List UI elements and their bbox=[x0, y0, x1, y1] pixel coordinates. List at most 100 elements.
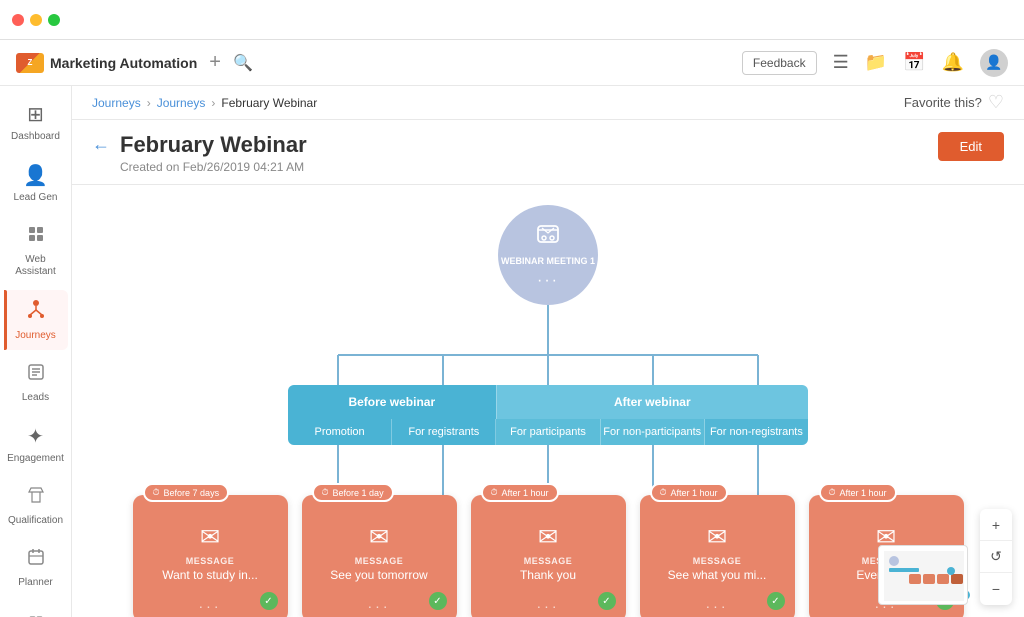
app-bar-icons: Feedback ☰ 📁 📅 🔔 👤 bbox=[742, 49, 1008, 77]
card-body-1: ✉ MESSAGE See you tomorrow bbox=[302, 495, 457, 592]
calendar-icon[interactable]: 📅 bbox=[903, 52, 925, 73]
avatar[interactable]: 👤 bbox=[980, 49, 1008, 77]
cards-row: ⏱ Before 7 days ✉ MESSAGE Want to study … bbox=[123, 495, 974, 617]
sidebar-item-dashboard[interactable]: ⊞ Dashboard bbox=[4, 94, 68, 151]
back-button[interactable]: ← bbox=[92, 134, 110, 155]
page-header-left: ← February Webinar Created on Feb/26/201… bbox=[92, 132, 307, 174]
app-logo: Z Marketing Automation bbox=[16, 53, 197, 73]
card-time-badge-4: ⏱ After 1 hour bbox=[819, 483, 897, 502]
sidebar-label-journeys: Journeys bbox=[15, 330, 56, 342]
zoom-out-button[interactable]: − bbox=[980, 573, 1012, 605]
sidebar-label-dashboard: Dashboard bbox=[11, 131, 60, 143]
card-time-label-3: After 1 hour bbox=[671, 488, 718, 498]
card-check-1: ✓ bbox=[429, 592, 447, 610]
sidebar-item-planner[interactable]: Planner bbox=[4, 539, 68, 597]
segment-sub-2[interactable]: For participants bbox=[496, 419, 600, 445]
favorite-label: Favorite this? bbox=[904, 95, 982, 110]
card-type-3: MESSAGE bbox=[693, 556, 742, 566]
card-time-badge-0: ⏱ Before 7 days bbox=[143, 483, 230, 502]
mini-map[interactable] bbox=[878, 545, 968, 605]
add-button[interactable]: + bbox=[209, 51, 221, 74]
card-message-icon-1: ✉ bbox=[369, 523, 389, 552]
folder-icon[interactable]: 📁 bbox=[865, 52, 887, 73]
card-time-badge-3: ⏱ After 1 hour bbox=[650, 483, 728, 502]
journey-card-1[interactable]: ⏱ Before 1 day ✉ MESSAGE See you tomorro… bbox=[302, 495, 457, 617]
segment-header: Before webinar After webinar bbox=[288, 385, 808, 419]
sidebar-label-leads: Leads bbox=[22, 392, 49, 404]
start-node-label: WEBINAR meeting 1 bbox=[501, 256, 595, 268]
edit-button[interactable]: Edit bbox=[938, 132, 1004, 161]
webassistant-icon bbox=[26, 224, 46, 250]
sidebar-item-engagement[interactable]: ✦ Engagement bbox=[4, 416, 68, 473]
bell-icon[interactable]: 🔔 bbox=[942, 52, 964, 73]
close-button[interactable] bbox=[12, 14, 24, 26]
card-time-icon-0: ⏱ bbox=[153, 487, 160, 498]
planner-icon bbox=[26, 547, 46, 573]
sidebar-item-qualification[interactable]: Qualification bbox=[4, 477, 68, 535]
card-time-icon-4: ⏱ bbox=[829, 487, 836, 498]
page-subtitle: Created on Feb/26/2019 04:21 AM bbox=[120, 160, 307, 174]
card-message-icon-3: ✉ bbox=[707, 523, 727, 552]
page-title-block: February Webinar Created on Feb/26/2019 … bbox=[120, 132, 307, 174]
journey-card-3[interactable]: ⏱ After 1 hour ✉ MESSAGE See what you mi… bbox=[640, 495, 795, 617]
sidebar-label-engagement: Engagement bbox=[7, 453, 64, 465]
qualification-icon bbox=[26, 485, 46, 511]
breadcrumb-journeys-1[interactable]: Journeys bbox=[92, 96, 141, 110]
card-time-icon-3: ⏱ bbox=[660, 487, 667, 498]
zoom-in-button[interactable]: + bbox=[980, 509, 1012, 541]
breadcrumb-sep-1: › bbox=[147, 96, 151, 110]
card-check-2: ✓ bbox=[598, 592, 616, 610]
segment-sub-3[interactable]: For non-participants bbox=[601, 419, 705, 445]
card-time-icon-2: ⏱ bbox=[491, 487, 498, 498]
card-time-label-2: After 1 hour bbox=[502, 488, 549, 498]
library-icon bbox=[26, 613, 46, 617]
app-name: Marketing Automation bbox=[50, 55, 197, 71]
search-button[interactable]: 🔍 bbox=[233, 53, 253, 73]
list-icon[interactable]: ☰ bbox=[833, 52, 849, 73]
start-node-dots: ··· bbox=[537, 272, 559, 290]
zoom-reset-button[interactable]: ↺ bbox=[980, 541, 1012, 573]
feedback-button[interactable]: Feedback bbox=[742, 51, 817, 75]
sidebar-item-journeys[interactable]: Journeys bbox=[4, 290, 68, 350]
card-time-label-0: Before 7 days bbox=[164, 488, 220, 498]
breadcrumb-current: February Webinar bbox=[221, 96, 317, 110]
card-msg-2: Thank you bbox=[520, 568, 576, 582]
segment-bar: Before webinar After webinar Promotion F… bbox=[288, 385, 808, 445]
segment-sub-1[interactable]: For registrants bbox=[392, 419, 496, 445]
sidebar-label-leadgen: Lead Gen bbox=[14, 192, 58, 204]
breadcrumb: Journeys › Journeys › February Webinar bbox=[92, 96, 317, 110]
sidebar-item-leadgen[interactable]: 👤 Lead Gen bbox=[4, 155, 68, 212]
segment-before-header[interactable]: Before webinar bbox=[288, 385, 496, 419]
breadcrumb-journeys-2[interactable]: Journeys bbox=[157, 96, 206, 110]
tree-lines-svg bbox=[288, 335, 808, 385]
app-bar: Z Marketing Automation + 🔍 Feedback ☰ 📁 … bbox=[0, 40, 1024, 86]
segment-sub-0[interactable]: Promotion bbox=[288, 419, 392, 445]
card-message-icon-0: ✉ bbox=[200, 523, 220, 552]
favorite-button[interactable]: Favorite this? ♡ bbox=[904, 92, 1004, 113]
start-node[interactable]: WEBINAR meeting 1 ··· bbox=[498, 205, 598, 305]
segment-after-header[interactable]: After webinar bbox=[496, 385, 808, 419]
main-layout: ⊞ Dashboard 👤 Lead Gen Web Assistant Jou… bbox=[0, 86, 1024, 617]
journey-card-0[interactable]: ⏱ Before 7 days ✉ MESSAGE Want to study … bbox=[133, 495, 288, 617]
journey-card-2[interactable]: ⏱ After 1 hour ✉ MESSAGE Thank you ✓ ··· bbox=[471, 495, 626, 617]
zoho-logo-icon: Z bbox=[16, 53, 44, 73]
sidebar-label-planner: Planner bbox=[18, 577, 52, 589]
minimize-button[interactable] bbox=[30, 14, 42, 26]
sidebar-item-leads[interactable]: Leads bbox=[4, 354, 68, 412]
sidebar-item-library[interactable]: Library bbox=[4, 605, 68, 617]
breadcrumb-sep-2: › bbox=[211, 96, 215, 110]
leadgen-icon: 👤 bbox=[23, 163, 48, 188]
canvas-area[interactable]: WEBINAR meeting 1 ··· bbox=[72, 185, 1024, 617]
segment-sub-4[interactable]: For non-registrants bbox=[705, 419, 808, 445]
content-area: Journeys › Journeys › February Webinar F… bbox=[72, 86, 1024, 617]
maximize-button[interactable] bbox=[48, 14, 60, 26]
segment-subs: Promotion For registrants For participan… bbox=[288, 419, 808, 445]
card-type-2: MESSAGE bbox=[524, 556, 573, 566]
card-msg-0: Want to study in... bbox=[162, 568, 258, 582]
mini-map-svg bbox=[879, 546, 968, 605]
card-message-icon-2: ✉ bbox=[538, 523, 558, 552]
breadcrumb-bar: Journeys › Journeys › February Webinar F… bbox=[72, 86, 1024, 120]
sidebar-item-webassistant[interactable]: Web Assistant bbox=[4, 216, 68, 286]
zoom-controls: + ↺ − bbox=[980, 509, 1012, 605]
card-msg-3: See what you mi... bbox=[668, 568, 767, 582]
